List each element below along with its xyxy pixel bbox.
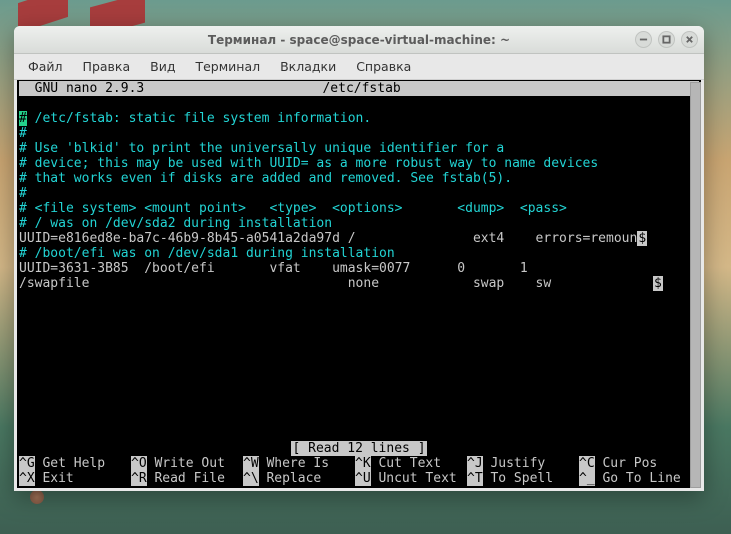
- menu-help[interactable]: Справка: [346, 55, 421, 78]
- editor-line: #: [19, 126, 699, 141]
- shortcut-uncut: ^UUncut Text: [355, 471, 467, 486]
- editor-line: [19, 381, 699, 396]
- editor-line: [19, 396, 699, 411]
- editor-line: [19, 426, 699, 441]
- window-close-button[interactable]: [681, 31, 698, 48]
- terminal-viewport[interactable]: GNU nano 2.9.3 /etc/fstab # /etc/fstab: …: [14, 80, 704, 491]
- shortcut-cur-pos: ^CCur Pos: [579, 456, 657, 471]
- editor-line: UUID=e816ed8e-ba7c-46b9-8b45-a0541a2da97…: [19, 231, 699, 246]
- desktop-wallpaper-decor: [30, 490, 44, 504]
- nano-shortcuts-row-1: ^GGet Help ^OWrite Out ^WWhere Is ^KCut …: [19, 456, 699, 471]
- editor-line: [19, 96, 699, 111]
- window-title: Терминал - space@space-virtual-machine: …: [208, 33, 510, 47]
- editor-line: [19, 351, 699, 366]
- editor-line: [19, 291, 699, 306]
- window-titlebar[interactable]: Терминал - space@space-virtual-machine: …: [14, 26, 704, 54]
- window-minimize-button[interactable]: [635, 31, 652, 48]
- shortcut-exit: ^XExit: [19, 471, 131, 486]
- shortcut-write-out: ^OWrite Out: [131, 456, 243, 471]
- editor-line: # that works even if disks are added and…: [19, 171, 699, 186]
- editor-line: # / was on /dev/sda2 during installation: [19, 216, 699, 231]
- editor-line: [19, 321, 699, 336]
- shortcut-justify: ^JJustify: [467, 456, 579, 471]
- nano-filename: /etc/fstab: [144, 81, 579, 96]
- menu-file[interactable]: Файл: [18, 55, 73, 78]
- shortcut-to-spell: ^TTo Spell: [467, 471, 579, 486]
- shortcut-get-help: ^GGet Help: [19, 456, 131, 471]
- menu-terminal[interactable]: Терминал: [185, 55, 270, 78]
- editor-line: #: [19, 186, 699, 201]
- editor-line: /swapfile none swap sw $: [19, 276, 699, 291]
- menu-tabs[interactable]: Вкладки: [270, 55, 346, 78]
- scrollbar-thumb[interactable]: [690, 82, 701, 488]
- shortcut-where-is: ^WWhere Is: [243, 456, 355, 471]
- shortcut-read-file: ^RRead File: [131, 471, 243, 486]
- nano-header: GNU nano 2.9.3 /etc/fstab: [19, 81, 699, 96]
- menu-bar: Файл Правка Вид Терминал Вкладки Справка: [14, 54, 704, 80]
- menu-view[interactable]: Вид: [140, 55, 185, 78]
- nano-status: [ Read 12 lines ]: [19, 441, 699, 456]
- editor-line: [19, 336, 699, 351]
- nano-shortcuts-row-2: ^XExit ^RRead File ^\Replace ^UUncut Tex…: [19, 471, 699, 486]
- editor-line: # Use 'blkid' to print the universally u…: [19, 141, 699, 156]
- shortcut-replace: ^\Replace: [243, 471, 355, 486]
- editor-line: [19, 411, 699, 426]
- shortcut-cut-text: ^KCut Text: [355, 456, 467, 471]
- editor-line: # <file system> <mount point> <type> <op…: [19, 201, 699, 216]
- editor-line: # /boot/efi was on /dev/sda1 during inst…: [19, 246, 699, 261]
- window-maximize-button[interactable]: [658, 31, 675, 48]
- terminal-scrollbar[interactable]: [690, 82, 701, 488]
- shortcut-goto-line: ^_Go To Line: [579, 471, 681, 486]
- editor-line: # device; this may be used with UUID= as…: [19, 156, 699, 171]
- menu-edit[interactable]: Правка: [73, 55, 141, 78]
- editor-line: # /etc/fstab: static file system informa…: [19, 111, 699, 126]
- nano-app-name: GNU nano 2.9.3: [19, 81, 144, 96]
- terminal-window: Терминал - space@space-virtual-machine: …: [14, 26, 704, 491]
- editor-line: [19, 366, 699, 381]
- editor-line: UUID=3631-3B85 /boot/efi vfat umask=0077…: [19, 261, 699, 276]
- editor-line: [19, 306, 699, 321]
